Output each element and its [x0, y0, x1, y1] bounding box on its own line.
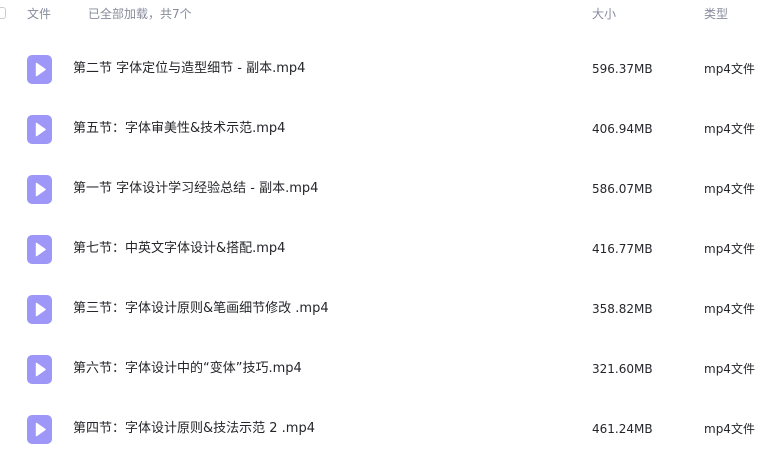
- file-row[interactable]: 第六节：字体设计中的“变体”技巧.mp4 321.60MB mp4文件: [0, 354, 765, 414]
- column-header-type[interactable]: 类型: [704, 6, 728, 22]
- file-row[interactable]: 第二节 字体定位与造型细节 - 副本.mp4 596.37MB mp4文件: [0, 54, 765, 114]
- load-status-text: 已全部加载，共7个: [88, 7, 192, 21]
- video-file-icon: [27, 175, 52, 204]
- file-row[interactable]: 第一节 字体设计学习经验总结 - 副本.mp4 586.07MB mp4文件: [0, 174, 765, 234]
- file-list-header: 文件 已全部加载，共7个 大小 类型: [0, 0, 765, 30]
- file-size: 358.82MB: [592, 302, 653, 316]
- file-type: mp4文件: [704, 242, 755, 256]
- file-size: 321.60MB: [592, 362, 653, 376]
- file-type: mp4文件: [704, 362, 755, 376]
- file-name[interactable]: 第五节：字体审美性&技术示范.mp4: [73, 120, 285, 138]
- file-name[interactable]: 第二节 字体定位与造型细节 - 副本.mp4: [73, 60, 305, 78]
- file-size: 596.37MB: [592, 62, 653, 76]
- file-type: mp4文件: [704, 182, 755, 196]
- video-file-icon: [27, 55, 52, 84]
- file-type: mp4文件: [704, 122, 755, 136]
- video-file-icon: [27, 115, 52, 144]
- file-name[interactable]: 第七节：中英文字体设计&搭配.mp4: [73, 240, 285, 258]
- file-name[interactable]: 第三节：字体设计原则&笔画细节修改 .mp4: [73, 300, 329, 318]
- file-type: mp4文件: [704, 302, 755, 316]
- video-file-icon: [27, 415, 52, 444]
- file-name[interactable]: 第一节 字体设计学习经验总结 - 副本.mp4: [73, 180, 318, 198]
- file-row[interactable]: 第四节：字体设计原则&技法示范 2 .mp4 461.24MB mp4文件: [0, 414, 765, 457]
- file-size: 586.07MB: [592, 182, 653, 196]
- file-size: 406.94MB: [592, 122, 653, 136]
- file-size: 416.77MB: [592, 242, 653, 256]
- file-type: mp4文件: [704, 422, 755, 436]
- column-header-name[interactable]: 文件: [27, 6, 51, 22]
- file-row[interactable]: 第三节：字体设计原则&笔画细节修改 .mp4 358.82MB mp4文件: [0, 294, 765, 354]
- file-size: 461.24MB: [592, 422, 653, 436]
- file-row[interactable]: 第七节：中英文字体设计&搭配.mp4 416.77MB mp4文件: [0, 234, 765, 294]
- file-name[interactable]: 第四节：字体设计原则&技法示范 2 .mp4: [73, 420, 315, 438]
- column-header-size[interactable]: 大小: [592, 6, 616, 22]
- file-name[interactable]: 第六节：字体设计中的“变体”技巧.mp4: [73, 360, 302, 378]
- video-file-icon: [27, 295, 52, 324]
- video-file-icon: [27, 235, 52, 264]
- video-file-icon: [27, 355, 52, 384]
- file-type: mp4文件: [704, 62, 755, 76]
- select-all-checkbox[interactable]: [0, 7, 6, 19]
- file-row[interactable]: 第五节：字体审美性&技术示范.mp4 406.94MB mp4文件: [0, 114, 765, 174]
